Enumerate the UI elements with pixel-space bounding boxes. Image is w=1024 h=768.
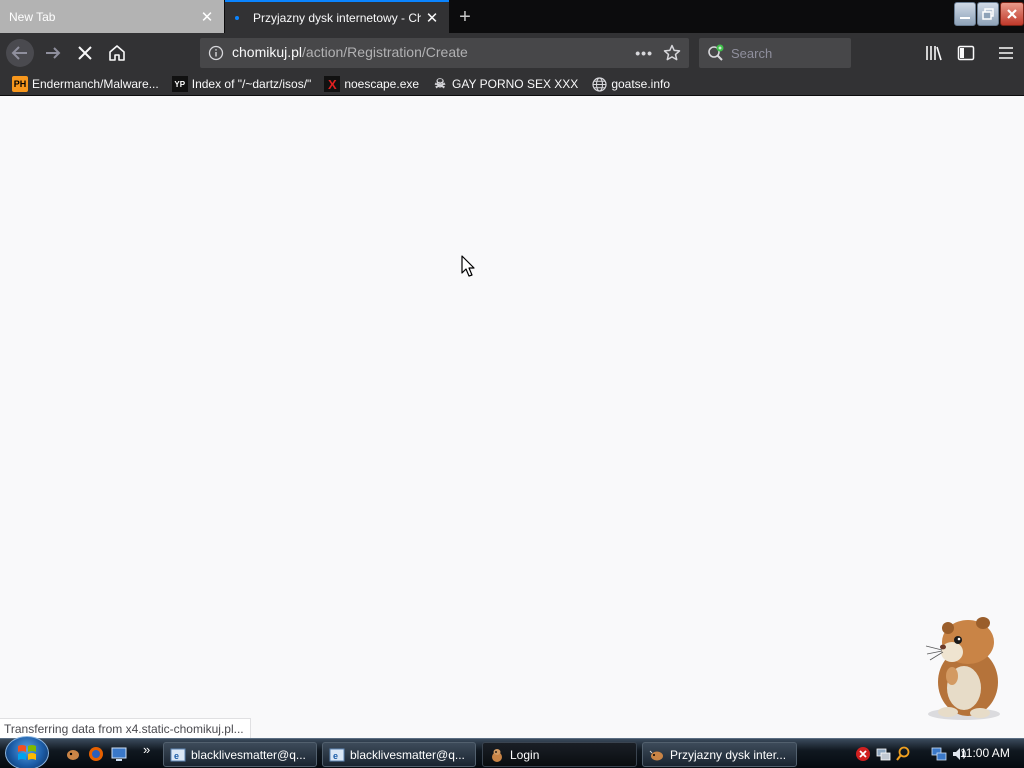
sidebar-button[interactable] <box>950 37 982 69</box>
hamburger-menu-icon <box>999 47 1013 59</box>
show-desktop-icon[interactable] <box>110 745 128 763</box>
window-controls <box>954 2 1024 26</box>
taskbar-item-firefox[interactable]: Przyjazny dysk inter... <box>642 742 797 767</box>
home-icon <box>109 45 125 61</box>
bookmark-index-dartz[interactable]: YP Index of "/~dartz/isos/" <box>171 76 312 92</box>
page-actions-icon[interactable]: ••• <box>635 45 653 61</box>
taskbar-item-ie-1[interactable]: e blacklivesmatter@q... <box>163 742 317 767</box>
back-arrow-icon <box>6 39 34 67</box>
minimize-button[interactable] <box>954 2 976 26</box>
plus-icon[interactable]: + <box>452 4 478 30</box>
network-tray-icon[interactable] <box>875 746 891 762</box>
navigation-toolbar: chomikuj.pl/action/Registration/Create •… <box>0 33 1024 73</box>
yp-logo-icon: YP <box>171 76 188 92</box>
close-icon <box>1007 9 1017 19</box>
bookmark-endermanch[interactable]: PH Endermanch/Malware... <box>12 76 159 92</box>
windows-logo-icon <box>18 745 36 760</box>
taskbar-item-login[interactable]: Login <box>482 742 637 767</box>
close-icon[interactable]: ✕ <box>196 6 218 28</box>
svg-text:e: e <box>333 751 338 761</box>
search-bar[interactable] <box>699 38 851 68</box>
task-label: Login <box>510 747 540 762</box>
system-clock[interactable]: 11:00 AM <box>960 746 1010 760</box>
task-label: Przyjazny dysk inter... <box>670 747 787 762</box>
home-button[interactable] <box>101 37 133 69</box>
library-button[interactable] <box>918 37 950 69</box>
tab-title: Przyjazny dysk internetowy - Ch <box>253 10 421 25</box>
firefox-window-icon <box>649 747 665 763</box>
x-logo-icon: X <box>324 76 341 92</box>
skull-icon: ☠ <box>434 76 446 91</box>
start-button[interactable] <box>5 736 49 768</box>
taskbar-item-ie-2[interactable]: e blacklivesmatter@q... <box>322 742 476 767</box>
loading-dot-icon <box>235 15 239 20</box>
page-content: Transferring data from x4.static-chomiku… <box>0 96 1024 738</box>
security-alert-icon[interactable] <box>855 746 871 762</box>
task-label: blacklivesmatter@q... <box>350 747 465 762</box>
sidebar-icon <box>957 45 975 61</box>
forward-arrow-icon <box>46 47 61 59</box>
bookmark-noescape[interactable]: X noescape.exe <box>324 76 419 92</box>
mouse-cursor-icon <box>461 255 475 277</box>
search-input[interactable] <box>731 45 841 61</box>
hamster-mascot-icon <box>925 617 1000 720</box>
menu-button[interactable] <box>990 37 1022 69</box>
ph-logo-icon: PH <box>12 76 28 92</box>
stop-icon <box>78 46 92 60</box>
bookmarks-toolbar: PH Endermanch/Malware... YP Index of "/~… <box>0 73 1024 96</box>
window-close-button[interactable] <box>1000 2 1024 26</box>
url-host: chomikuj.pl <box>232 44 303 60</box>
chevron-right-icon[interactable]: » <box>143 742 150 757</box>
url-actions: ••• <box>635 44 681 62</box>
bookmark-gay-porno[interactable]: ☠ GAY PORNO SEX XXX <box>432 76 578 92</box>
url-bar[interactable]: chomikuj.pl/action/Registration/Create •… <box>200 38 689 68</box>
bookmark-label: GAY PORNO SEX XXX <box>452 77 579 91</box>
bookmark-goatse[interactable]: goatse.info <box>591 76 670 92</box>
quicklaunch-hamster-icon[interactable] <box>64 745 82 763</box>
ie-window-icon: e <box>329 747 345 763</box>
tab-new-tab[interactable]: New Tab ✕ <box>0 0 224 33</box>
search-engine-icon[interactable] <box>707 44 725 62</box>
bookmark-label: goatse.info <box>611 77 671 91</box>
restore-icon <box>982 8 994 20</box>
system-tray <box>855 739 967 768</box>
url-path: /action/Registration/Create <box>302 44 468 60</box>
url-text[interactable]: chomikuj.pl/action/Registration/Create <box>232 44 635 62</box>
bookmark-label: Index of "/~dartz/isos/" <box>191 77 312 91</box>
quicklaunch-browser-icon[interactable] <box>87 745 105 763</box>
forward-button[interactable] <box>37 37 69 69</box>
ie-window-icon: e <box>170 747 186 763</box>
task-label: blacklivesmatter@q... <box>191 747 306 762</box>
minimize-icon <box>960 17 970 19</box>
search-tray-icon[interactable] <box>895 746 911 762</box>
tab-strip: New Tab ✕ Przyjazny dysk internetowy - C… <box>0 0 1024 33</box>
taskbar: » e blacklivesmatter@q... e blacklivesma… <box>0 736 1024 768</box>
hamster-icon <box>489 747 505 763</box>
status-panel: Transferring data from x4.static-chomiku… <box>0 718 251 738</box>
bookmark-star-icon[interactable] <box>663 44 681 62</box>
back-button[interactable] <box>4 37 36 69</box>
close-icon[interactable]: ✕ <box>421 7 443 29</box>
tab-chomikuj[interactable]: Przyjazny dysk internetowy - Ch ✕ <box>225 0 449 33</box>
stop-button[interactable] <box>69 37 101 69</box>
bookmark-label: noescape.exe <box>344 77 420 91</box>
library-icon <box>926 46 942 61</box>
desktop-screen: New Tab ✕ Przyjazny dysk internetowy - C… <box>0 0 1024 768</box>
bookmark-label: Endermanch/Malware... <box>32 77 159 91</box>
globe-icon <box>591 76 607 92</box>
info-icon[interactable] <box>200 45 232 61</box>
restore-button[interactable] <box>977 2 999 26</box>
tab-title: New Tab <box>9 9 56 24</box>
svg-text:e: e <box>174 751 179 761</box>
connection-tray-icon[interactable] <box>931 746 947 762</box>
